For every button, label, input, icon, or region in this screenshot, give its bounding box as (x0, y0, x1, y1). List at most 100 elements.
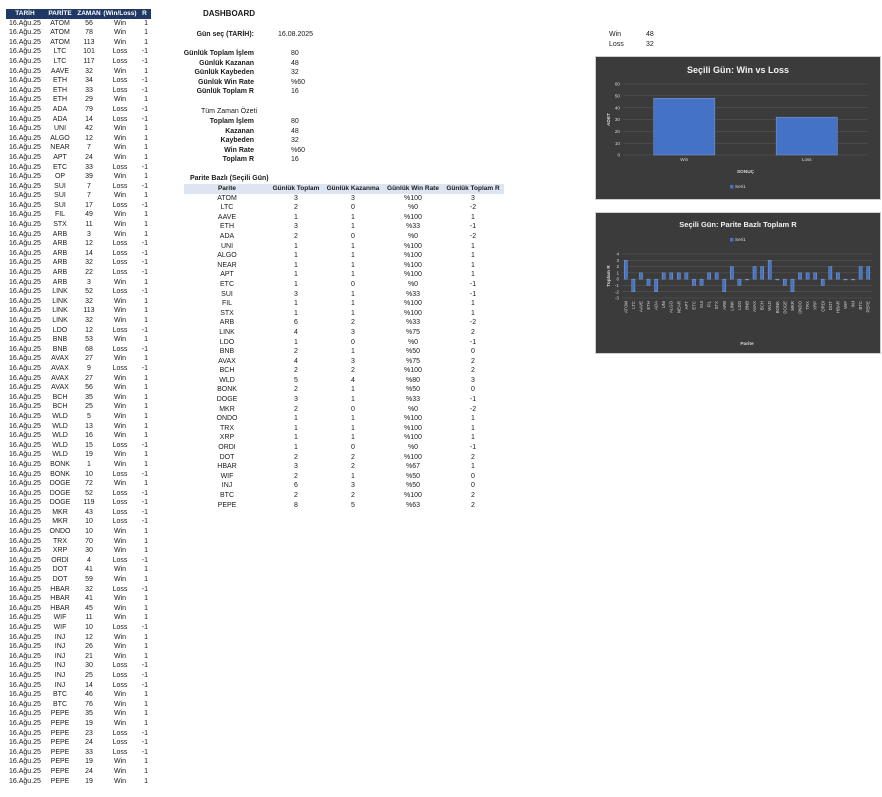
trade-row[interactable]: 16.Ağu.25 INJ 14 Loss -1 (6, 681, 151, 691)
trade-pair[interactable]: ARB (44, 249, 76, 259)
bar-ldo[interactable] (737, 278, 742, 286)
trade-row[interactable]: 16.Ağu.25 BTC 76 Win 1 (6, 700, 151, 710)
trade-row[interactable]: 16.Ağu.25 INJ 12 Win 1 (6, 633, 151, 643)
trade-pair[interactable]: INJ (44, 681, 76, 691)
trade-time[interactable]: 27 (76, 354, 102, 364)
trade-result[interactable]: Win (102, 402, 138, 412)
trade-time[interactable]: 12 (76, 326, 102, 336)
trade-pair[interactable]: WLD (44, 431, 76, 441)
trade-pair[interactable]: STX (44, 220, 76, 230)
trade-row[interactable]: 16.Ağu.25 AVAX 9 Loss -1 (6, 364, 151, 374)
trade-row[interactable]: 16.Ağu.25 AVAX 27 Win 1 (6, 354, 151, 364)
trade-row[interactable]: 16.Ağu.25 TRX 70 Win 1 (6, 537, 151, 547)
trade-time[interactable]: 76 (76, 700, 102, 710)
trade-pair[interactable]: DOGE (44, 479, 76, 489)
trade-pair[interactable]: SUI (44, 201, 76, 211)
col-header-result[interactable]: (Win/Loss) (102, 9, 138, 19)
trade-time[interactable]: 56 (76, 19, 102, 29)
trade-date[interactable]: 16.Ağu.25 (6, 278, 44, 288)
trade-date[interactable]: 16.Ağu.25 (6, 67, 44, 77)
trade-date[interactable]: 16.Ağu.25 (6, 613, 44, 623)
trade-r[interactable]: 1 (138, 412, 151, 422)
trade-r[interactable]: 1 (138, 28, 151, 38)
trade-pair[interactable]: LTC (44, 47, 76, 57)
trade-pair[interactable]: ATOM (44, 19, 76, 29)
trade-date[interactable]: 16.Ağu.25 (6, 402, 44, 412)
bar-atom[interactable] (623, 260, 628, 280)
trade-r[interactable]: -1 (138, 585, 151, 595)
trade-pair[interactable]: BCH (44, 402, 76, 412)
bar-bonk[interactable] (775, 278, 780, 281)
trade-date[interactable]: 16.Ağu.25 (6, 335, 44, 345)
trade-result[interactable]: Loss (102, 671, 138, 681)
trade-row[interactable]: 16.Ağu.25 ATOM 78 Win 1 (6, 28, 151, 38)
trade-r[interactable]: 1 (138, 700, 151, 710)
bar-wld[interactable] (767, 260, 772, 280)
trade-pair[interactable]: LINK (44, 306, 76, 316)
trade-pair[interactable]: PEPE (44, 777, 76, 787)
trade-result[interactable]: Loss (102, 115, 138, 125)
trade-r[interactable]: 1 (138, 220, 151, 230)
trade-r[interactable]: 1 (138, 393, 151, 403)
trade-result[interactable]: Loss (102, 47, 138, 57)
trade-date[interactable]: 16.Ağu.25 (6, 287, 44, 297)
trade-row[interactable]: 16.Ağu.25 BCH 25 Win 1 (6, 402, 151, 412)
trade-r[interactable]: 1 (138, 38, 151, 48)
trade-pair[interactable]: APT (44, 153, 76, 163)
trade-r[interactable]: -1 (138, 681, 151, 691)
trade-date[interactable]: 16.Ağu.25 (6, 316, 44, 326)
trade-result[interactable]: Win (102, 153, 138, 163)
trade-date[interactable]: 16.Ağu.25 (6, 450, 44, 460)
trade-row[interactable]: 16.Ağu.25 ATOM 56 Win 1 (6, 19, 151, 29)
trade-r[interactable]: -1 (138, 76, 151, 86)
trade-result[interactable]: Win (102, 38, 138, 48)
trade-date[interactable]: 16.Ağu.25 (6, 565, 44, 575)
trade-date[interactable]: 16.Ağu.25 (6, 460, 44, 470)
trade-result[interactable]: Win (102, 374, 138, 384)
trade-result[interactable]: Win (102, 479, 138, 489)
trade-time[interactable]: 25 (76, 402, 102, 412)
trade-r[interactable]: 1 (138, 210, 151, 220)
trade-result[interactable]: Win (102, 450, 138, 460)
trade-pair[interactable]: DOGE (44, 489, 76, 499)
trade-r[interactable]: -1 (138, 86, 151, 96)
trade-row[interactable]: 16.Ağu.25 BONK 1 Win 1 (6, 460, 151, 470)
bar-bnb[interactable] (745, 278, 749, 281)
trade-date[interactable]: 16.Ağu.25 (6, 489, 44, 499)
trade-result[interactable]: Loss (102, 517, 138, 527)
trade-row[interactable]: 16.Ağu.25 FIL 49 Win 1 (6, 210, 151, 220)
trade-date[interactable]: 16.Ağu.25 (6, 364, 44, 374)
trade-r[interactable]: 1 (138, 374, 151, 384)
trade-r[interactable]: -1 (138, 517, 151, 527)
trade-result[interactable]: Win (102, 527, 138, 537)
trade-r[interactable]: -1 (138, 489, 151, 499)
trade-pair[interactable]: WLD (44, 422, 76, 432)
trade-row[interactable]: 16.Ağu.25 INJ 30 Loss -1 (6, 661, 151, 671)
trade-result[interactable]: Loss (102, 681, 138, 691)
trade-pair[interactable]: ARB (44, 230, 76, 240)
trade-r[interactable]: 1 (138, 402, 151, 412)
bar-pepe[interactable] (866, 266, 871, 280)
trade-result[interactable]: Loss (102, 556, 138, 566)
trade-pair[interactable]: DOGE (44, 498, 76, 508)
trade-r[interactable]: -1 (138, 105, 151, 115)
trade-result[interactable]: Win (102, 230, 138, 240)
trade-date[interactable]: 16.Ağu.25 (6, 623, 44, 633)
trade-row[interactable]: 16.Ağu.25 ARB 3 Win 1 (6, 278, 151, 288)
trade-result[interactable]: Win (102, 690, 138, 700)
trade-r[interactable]: 1 (138, 297, 151, 307)
trade-row[interactable]: 16.Ağu.25 DOT 59 Win 1 (6, 575, 151, 585)
trade-date[interactable]: 16.Ağu.25 (6, 633, 44, 643)
trade-date[interactable]: 16.Ağu.25 (6, 748, 44, 758)
trade-result[interactable]: Loss (102, 249, 138, 259)
trade-row[interactable]: 16.Ağu.25 PEPE 35 Win 1 (6, 709, 151, 719)
trade-r[interactable]: 1 (138, 134, 151, 144)
trade-pair[interactable]: ETC (44, 163, 76, 173)
trade-row[interactable]: 16.Ağu.25 ALGO 12 Win 1 (6, 134, 151, 144)
trade-date[interactable]: 16.Ağu.25 (6, 28, 44, 38)
trade-r[interactable]: 1 (138, 546, 151, 556)
trade-date[interactable]: 16.Ağu.25 (6, 326, 44, 336)
trade-time[interactable]: 32 (76, 316, 102, 326)
trade-date[interactable]: 16.Ağu.25 (6, 163, 44, 173)
trade-time[interactable]: 42 (76, 124, 102, 134)
